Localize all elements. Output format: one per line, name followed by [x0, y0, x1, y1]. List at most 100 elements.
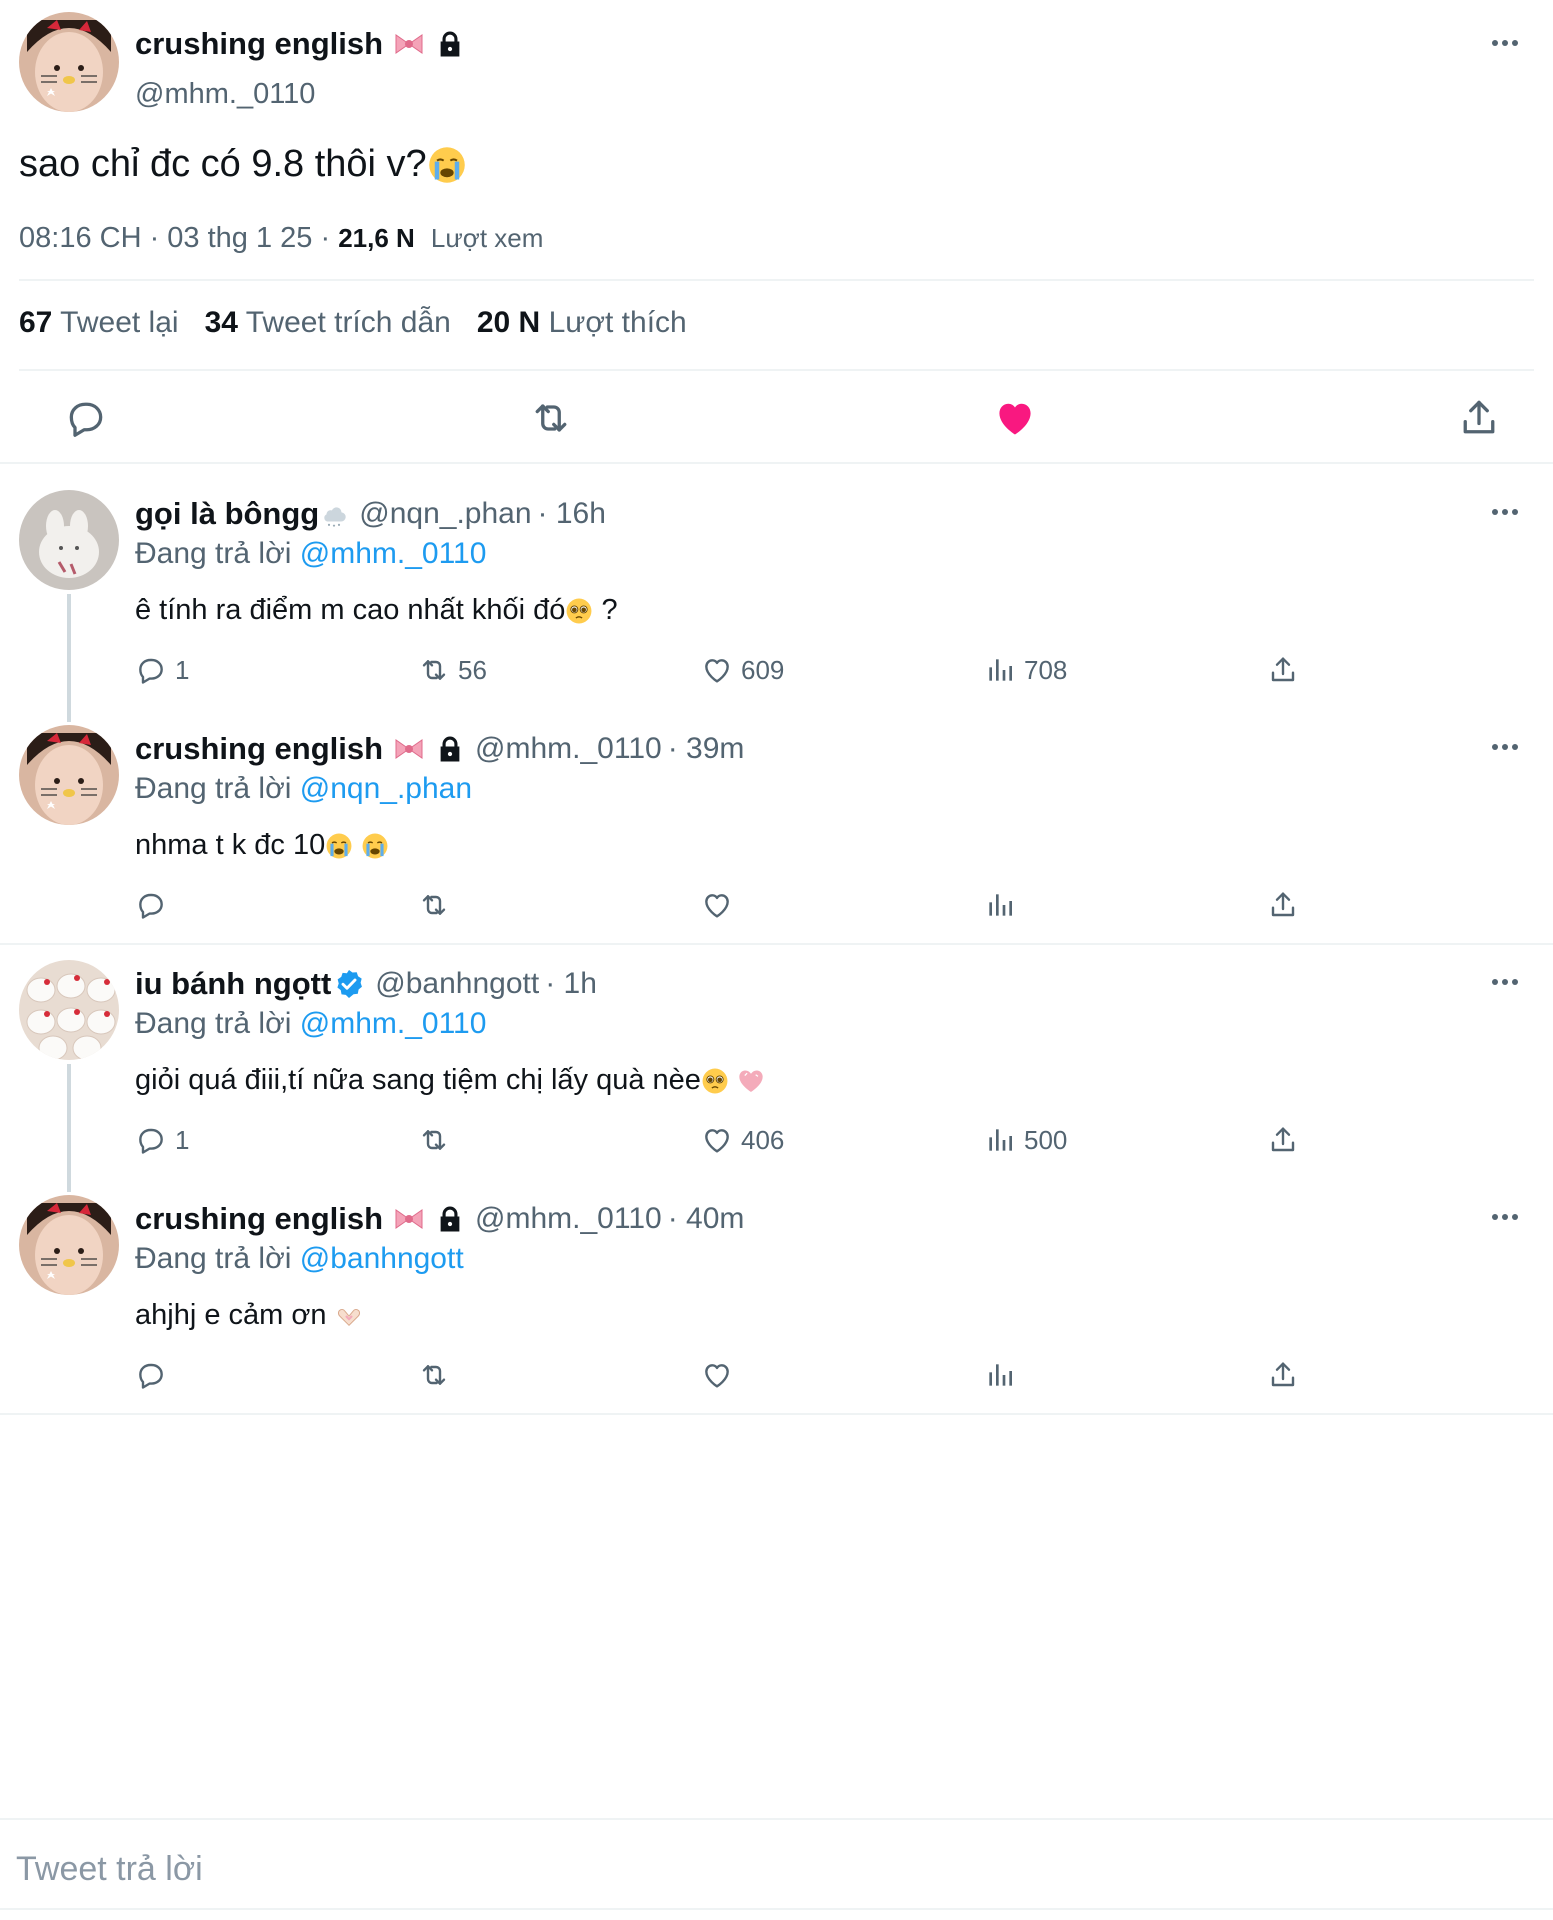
- share-button[interactable]: [1449, 388, 1509, 448]
- share-icon: [1267, 889, 1299, 921]
- share-icon: [1267, 654, 1299, 686]
- views-button[interactable]: [984, 1355, 1024, 1395]
- display-name[interactable]: iu bánh ngọtt: [135, 966, 331, 1002]
- reply-text: giỏi quá điii,tí nữa sang tiệm chị lấy q…: [135, 1064, 765, 1097]
- retweet-button[interactable]: [418, 1355, 458, 1395]
- more-icon[interactable]: [1485, 972, 1525, 992]
- reply-icon: [135, 654, 167, 686]
- reply-icon: [64, 396, 108, 440]
- reply-time[interactable]: · 40m: [668, 1202, 745, 1236]
- views-button[interactable]: [984, 885, 1024, 925]
- share-button[interactable]: [1267, 885, 1299, 925]
- lock-icon: [435, 29, 465, 59]
- reply-button[interactable]: [135, 1355, 175, 1395]
- reply-compose-input[interactable]: Tweet trả lời: [16, 1850, 203, 1889]
- lock-icon: [435, 1204, 465, 1234]
- likes-stat[interactable]: 20 N Lượt thích: [477, 306, 687, 340]
- reply-header: crushing english @mhm._0110 · 40m: [135, 1201, 744, 1237]
- avatar[interactable]: [19, 490, 119, 590]
- pleading-emoji: [565, 597, 593, 625]
- views-button[interactable]: 500: [984, 1120, 1067, 1160]
- retweet-button[interactable]: 56: [418, 650, 487, 690]
- like-icon: [701, 1124, 733, 1156]
- like-icon: [701, 889, 733, 921]
- reply-time[interactable]: · 16h: [538, 497, 606, 531]
- more-icon[interactable]: [1485, 502, 1525, 522]
- like-button[interactable]: 609: [701, 650, 784, 690]
- reply-time[interactable]: · 1h: [545, 967, 597, 1001]
- display-name-text[interactable]: crushing english: [135, 26, 383, 62]
- like-button[interactable]: [701, 1355, 741, 1395]
- reply-time[interactable]: · 39m: [668, 732, 745, 766]
- avatar[interactable]: [19, 960, 119, 1060]
- views-icon: [984, 1124, 1016, 1156]
- handle[interactable]: @banhngott: [375, 967, 539, 1001]
- like-button[interactable]: 406: [701, 1120, 784, 1160]
- avatar[interactable]: [19, 1195, 119, 1295]
- reply-actions: 1 56 609 708: [0, 650, 1553, 690]
- replying-to-link[interactable]: @nqn_.phan: [300, 772, 472, 805]
- reply-icon: [135, 1124, 167, 1156]
- views-button[interactable]: 708: [984, 650, 1067, 690]
- display-name[interactable]: crushing english: [135, 731, 383, 767]
- retweet-icon: [529, 396, 573, 440]
- handle[interactable]: @mhm._0110: [475, 1202, 662, 1236]
- divider: [19, 369, 1534, 371]
- tweet-actions: [0, 388, 1553, 448]
- replying-to-link[interactable]: @banhngott: [300, 1242, 464, 1275]
- share-button[interactable]: [1267, 1355, 1299, 1395]
- tweet-meta: 08:16 CH · 03 thg 1 25 · 21,6 N Lượt xem: [19, 222, 543, 255]
- heart-hands-emoji: [335, 1302, 363, 1330]
- replying-to: Đang trả lời @nqn_.phan: [135, 772, 473, 805]
- reply-button[interactable]: 1: [135, 650, 189, 690]
- tweet-timestamp[interactable]: 08:16 CH · 03 thg 1 25 ·: [19, 222, 338, 255]
- pink-heart-emoji: [737, 1067, 765, 1095]
- share-button[interactable]: [1267, 650, 1299, 690]
- display-name[interactable]: gọi là bôngg: [135, 496, 319, 532]
- replying-to: Đang trả lời @mhm._0110: [135, 537, 487, 570]
- retweets-stat[interactable]: 67 Tweet lại: [19, 306, 179, 340]
- share-icon: [1267, 1359, 1299, 1391]
- tweet-stats: 67 Tweet lại 34 Tweet trích dẫn 20 N Lượ…: [19, 306, 687, 340]
- bow-icon: [393, 32, 425, 56]
- tweet-text: sao chỉ đc có 9.8 thôi v?: [19, 143, 467, 186]
- retweet-button[interactable]: [418, 1120, 458, 1160]
- reply-icon: [135, 889, 167, 921]
- snow-cloud-icon: [319, 499, 349, 529]
- replying-to: Đang trả lời @banhngott: [135, 1242, 464, 1275]
- reply-button[interactable]: 1: [135, 1120, 189, 1160]
- reply-button[interactable]: [56, 388, 116, 448]
- replying-to-link[interactable]: @mhm._0110: [300, 537, 487, 570]
- divider: [0, 1908, 1553, 1910]
- more-icon[interactable]: [1485, 33, 1525, 53]
- handle[interactable]: @nqn_.phan: [359, 497, 531, 531]
- reply-header: iu bánh ngọtt @banhngott · 1h: [135, 966, 597, 1002]
- crying-emoji: [361, 832, 389, 860]
- more-icon[interactable]: [1485, 737, 1525, 757]
- more-icon[interactable]: [1485, 1207, 1525, 1227]
- retweet-button[interactable]: [418, 885, 458, 925]
- handle[interactable]: @mhm._0110: [475, 732, 662, 766]
- like-icon: [993, 396, 1037, 440]
- reply-text: nhma t k đc 10: [135, 829, 389, 862]
- display-name[interactable]: crushing english: [135, 1201, 383, 1237]
- share-icon: [1267, 1124, 1299, 1156]
- like-button[interactable]: [985, 388, 1045, 448]
- views-count: 21,6 N: [338, 223, 415, 253]
- bow-icon: [393, 737, 425, 761]
- share-button[interactable]: [1267, 1120, 1299, 1160]
- reply-header: gọi là bôngg @nqn_.phan · 16h: [135, 496, 606, 532]
- avatar[interactable]: [19, 725, 119, 825]
- avatar[interactable]: [19, 12, 119, 112]
- replying-to-link[interactable]: @mhm._0110: [300, 1007, 487, 1040]
- reply-button[interactable]: [135, 885, 175, 925]
- quotes-stat[interactable]: 34 Tweet trích dẫn: [205, 306, 451, 340]
- reply-actions: 1 406 500: [0, 1120, 1553, 1160]
- handle[interactable]: @mhm._0110: [135, 78, 315, 111]
- like-icon: [701, 654, 733, 686]
- like-button[interactable]: [701, 885, 741, 925]
- retweet-button[interactable]: [521, 388, 581, 448]
- reply-icon: [135, 1359, 167, 1391]
- display-name[interactable]: crushing english: [135, 26, 465, 62]
- reply-actions: [0, 885, 1553, 925]
